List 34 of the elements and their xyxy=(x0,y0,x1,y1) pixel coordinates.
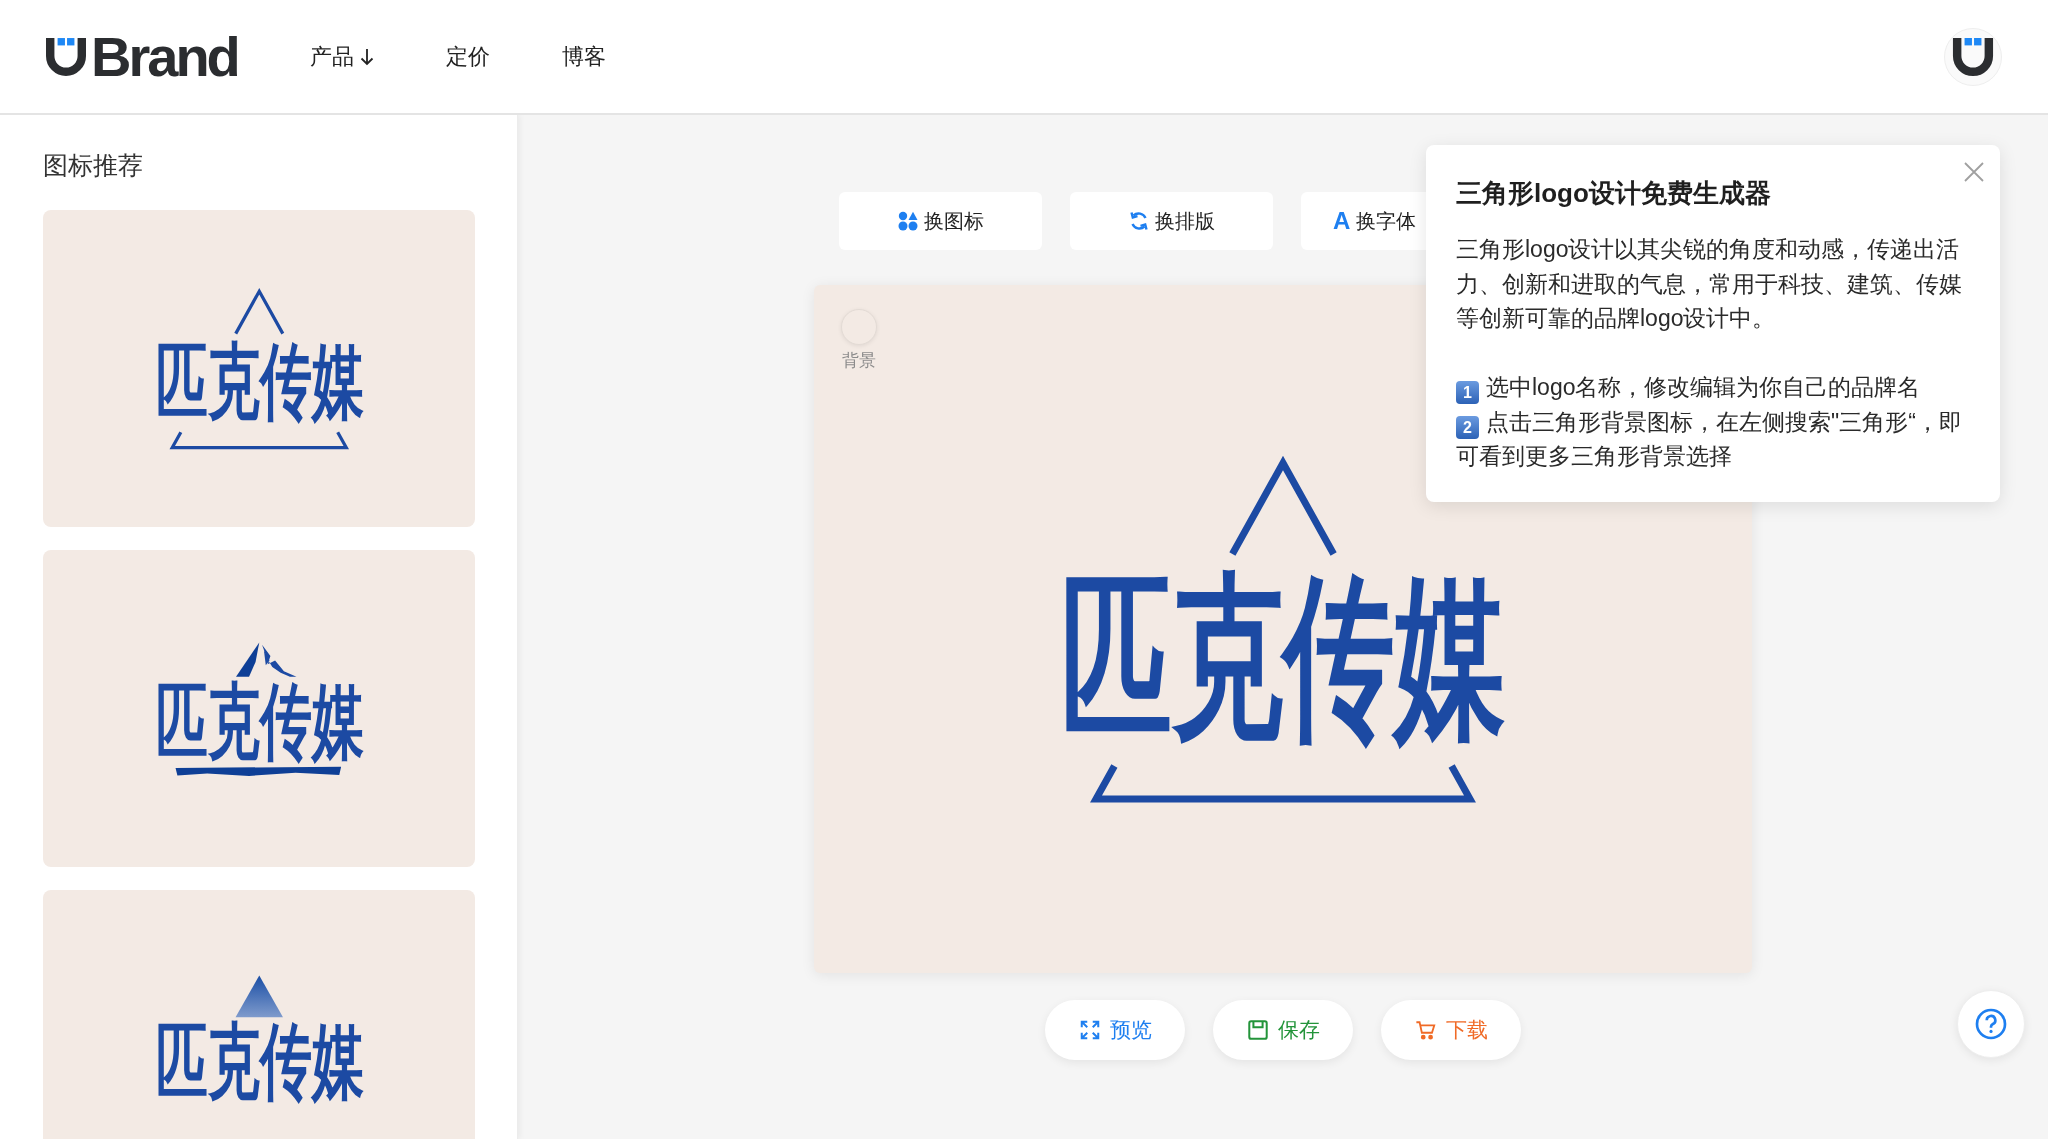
font-glyph: A xyxy=(1333,209,1351,233)
toolbar-button[interactable]: 换排版 xyxy=(1070,192,1273,250)
triangle-peak-outline xyxy=(233,287,284,335)
u-mark-icon xyxy=(46,37,86,76)
nav-link[interactable]: 博客 xyxy=(561,41,606,72)
template-card[interactable]: 匹克传媒 xyxy=(43,890,475,1139)
toolbar-button[interactable]: A 换字体 xyxy=(1301,192,1427,250)
close-icon[interactable] xyxy=(1964,162,1984,182)
brand-logo[interactable]: Brand xyxy=(46,28,238,85)
nav-link[interactable]: 产品 xyxy=(309,41,374,72)
swatch-label: 背景 xyxy=(842,351,876,371)
logo-text[interactable]: 匹克传媒 xyxy=(1060,568,1506,747)
cart-icon xyxy=(1414,1019,1437,1041)
step-text: 2 点击三角形背景图标，在左侧搜索"三角形“，即可看到更多三角形背景选择 xyxy=(1456,407,1963,471)
question-circle-icon xyxy=(1975,1008,2007,1040)
template-card[interactable]: 匹克传媒 xyxy=(43,210,475,527)
mountain-peak-drawing xyxy=(235,642,296,677)
section-title: 图标推荐 xyxy=(43,150,144,181)
logo-text: 匹克传媒 xyxy=(155,339,363,423)
pyramid-drawing xyxy=(235,975,283,1018)
toolbar-button[interactable]: 换图标 xyxy=(839,192,1042,250)
template-card[interactable]: 匹克传媒 xyxy=(43,550,475,867)
refresh-icon xyxy=(1128,211,1149,231)
preview-button[interactable]: 预览 xyxy=(1045,1000,1185,1060)
u-mark-icon xyxy=(1952,37,1994,76)
popup-description: 三角形logo设计以其尖锐的角度和动感，传递出活力、创新和进取的气息，常用于科技、建筑、传媒等创新可靠的品牌logo设计中。 xyxy=(1456,235,1963,333)
logo-text: 匹克传媒 xyxy=(155,679,363,763)
save-button[interactable]: 保存 xyxy=(1213,1000,1353,1060)
shapes-icon xyxy=(897,211,918,231)
expand-icon xyxy=(1078,1019,1101,1041)
popup-title: 三角形logo设计免费生成器 xyxy=(1456,177,1772,210)
nav-link[interactable]: 定价 xyxy=(445,41,490,72)
step-text: 1 选中logo名称，修改编辑为你自己的品牌名 xyxy=(1456,370,1972,405)
logo-text: 匹克传媒 xyxy=(155,1019,363,1103)
